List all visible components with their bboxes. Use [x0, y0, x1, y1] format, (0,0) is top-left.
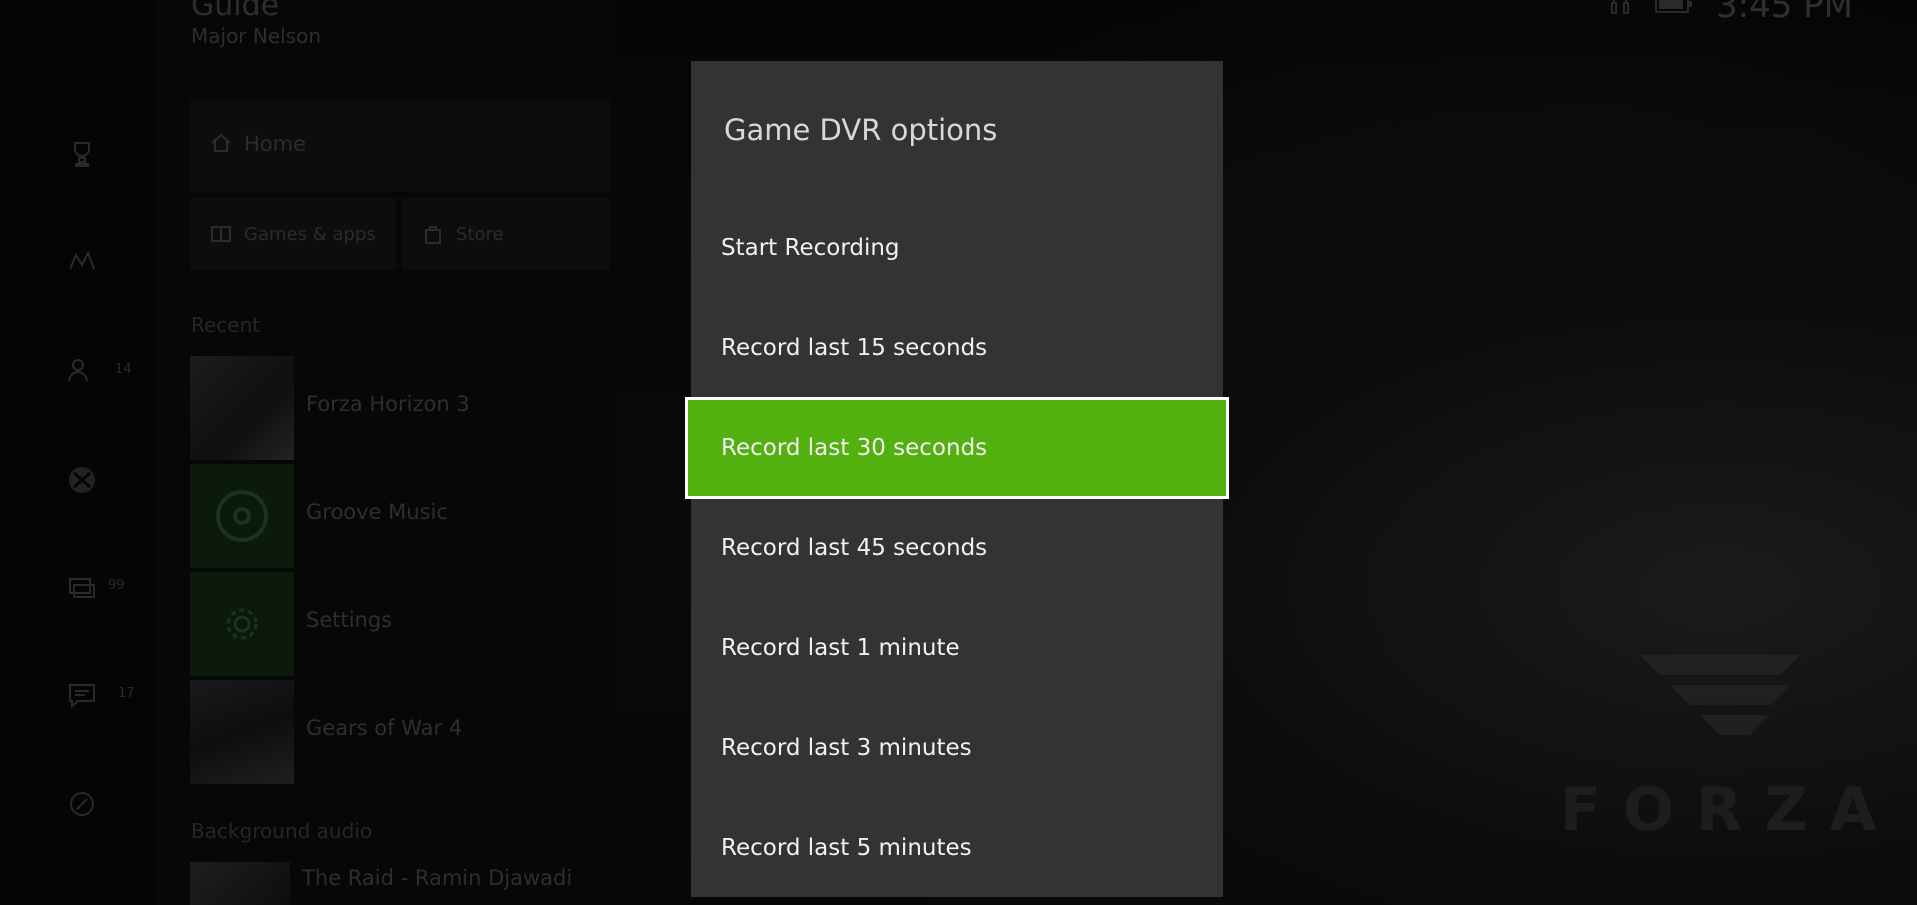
album-art-thumbnail: [190, 862, 290, 905]
store-label: Store: [456, 223, 504, 245]
background-audio-label: Background audio: [191, 819, 373, 843]
guide-username: Major Nelson: [191, 24, 322, 48]
recent-item-name: Groove Music: [306, 500, 448, 524]
party-icon[interactable]: [62, 567, 102, 607]
game-dvr-dialog: Game DVR options Start Recording Record …: [685, 61, 1229, 897]
games-apps-label: Games & apps: [244, 223, 376, 245]
left-rail: 14 99 17: [0, 0, 155, 905]
recent-item-name: Gears of War 4: [306, 716, 463, 740]
record-last-5-minutes-option[interactable]: Record last 5 minutes: [691, 800, 1223, 896]
recent-item-name: Settings: [306, 608, 393, 632]
game-logo-text: FORZA: [1560, 775, 1899, 845]
settings-gear-icon: [190, 572, 294, 676]
store-icon: [422, 223, 444, 245]
games-apps-icon: [210, 223, 232, 245]
dialog-title: Game DVR options: [724, 113, 998, 147]
background-audio-track: The Raid - Ramin Djawadi: [302, 866, 573, 890]
recent-item-gears-of-war-4[interactable]: Gears of War 4: [190, 680, 610, 784]
battery-icon: [1654, 0, 1694, 20]
recent-item-forza-horizon-3[interactable]: Forza Horizon 3: [190, 356, 610, 460]
recent-label: Recent: [191, 313, 261, 337]
trophy-icon[interactable]: [62, 134, 102, 174]
guide-panel: Guide Major Nelson Home Games & apps Sto…: [155, 0, 615, 905]
home-icon: [210, 132, 232, 154]
record-last-30-seconds-option[interactable]: Record last 30 seconds: [685, 397, 1229, 499]
forza-thumbnail: [190, 356, 294, 460]
party-count: 99: [108, 578, 125, 593]
record-last-45-seconds-option[interactable]: Record last 45 seconds: [691, 500, 1223, 596]
xbox-screen: FORZA 14 99 17 Guide Major Nelson Home G…: [0, 0, 1917, 905]
home-tile[interactable]: Home: [190, 100, 610, 192]
record-last-3-minutes-option[interactable]: Record last 3 minutes: [691, 700, 1223, 796]
start-recording-option[interactable]: Start Recording: [691, 200, 1223, 296]
friends-count: 14: [115, 362, 132, 377]
clock: 3:45 PM: [1716, 0, 1853, 26]
status-bar: 3:45 PM: [1608, 0, 1853, 26]
home-label: Home: [244, 132, 307, 156]
broadcast-icon[interactable]: [62, 784, 102, 824]
xbox-logo-icon[interactable]: [62, 460, 102, 500]
recent-item-settings[interactable]: Settings: [190, 572, 610, 676]
recent-item-name: Forza Horizon 3: [306, 392, 470, 416]
games-apps-tile[interactable]: Games & apps: [190, 198, 396, 270]
store-tile[interactable]: Store: [402, 198, 610, 270]
messages-count: 17: [118, 686, 135, 701]
record-last-1-minute-option[interactable]: Record last 1 minute: [691, 600, 1223, 696]
recent-item-groove-music[interactable]: Groove Music: [190, 464, 610, 568]
groove-music-icon: [190, 464, 294, 568]
background-audio-item[interactable]: The Raid - Ramin Djawadi: [190, 862, 610, 905]
messages-icon[interactable]: [62, 675, 102, 715]
achievements-icon[interactable]: [62, 241, 102, 281]
record-last-15-seconds-option[interactable]: Record last 15 seconds: [691, 300, 1223, 396]
gears-thumbnail: [190, 680, 294, 784]
friends-icon[interactable]: [62, 350, 102, 390]
headset-icon: [1608, 0, 1632, 23]
guide-title: Guide: [191, 0, 280, 23]
forza-logo-icon: [1640, 655, 1800, 735]
